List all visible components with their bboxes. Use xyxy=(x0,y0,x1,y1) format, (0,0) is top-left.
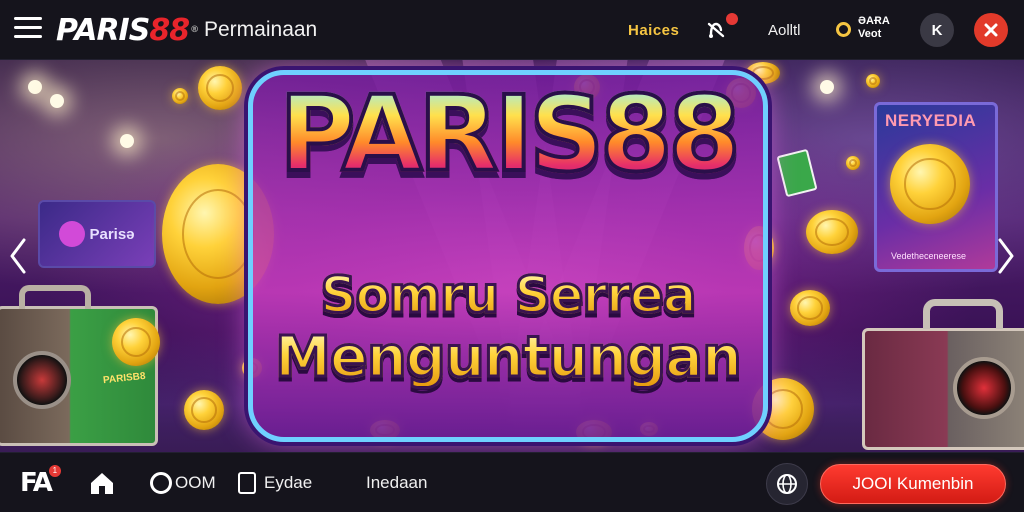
gold-coin-icon xyxy=(790,290,830,326)
playing-card-icon xyxy=(776,148,818,198)
gold-coin-icon xyxy=(806,210,858,254)
bottom-navigation-bar: FA 1 OOM Eydae Inedaan JOOI Kumenbin xyxy=(0,452,1024,512)
event-label: Eydae xyxy=(264,473,313,492)
menu-icon[interactable] xyxy=(14,17,42,41)
stage-spotlight xyxy=(820,80,834,94)
gift-icon xyxy=(984,23,998,37)
carousel-prev-button[interactable] xyxy=(4,234,32,278)
right-speaker-box xyxy=(862,299,1024,450)
user-button[interactable]: K xyxy=(920,13,954,47)
stage-spotlight xyxy=(28,80,42,94)
logo-text-paris: PARIS xyxy=(56,12,150,48)
globe-icon xyxy=(777,474,797,494)
right-screen-subtitle: Vedetheceneerese xyxy=(891,251,967,261)
chevron-left-icon xyxy=(10,238,26,274)
logo-text-88: 88 xyxy=(149,12,190,48)
bell-icon[interactable] xyxy=(703,13,738,42)
chevron-right-icon xyxy=(998,238,1014,274)
box-handle xyxy=(19,285,91,309)
speaker-lens xyxy=(13,351,71,409)
join-now-button[interactable]: JOOI Kumenbin xyxy=(820,464,1006,504)
gold-coin-icon xyxy=(112,318,160,366)
left-screen-label: Parisə xyxy=(89,225,135,243)
gold-coin-icon xyxy=(890,144,970,224)
com-icon xyxy=(150,472,172,494)
speaker-lens xyxy=(953,357,1015,419)
balance-badge-line-1: ƏAɌA xyxy=(858,15,890,27)
nav-permainaan[interactable]: Permainaan xyxy=(204,18,317,42)
user-button-label: K xyxy=(931,21,943,39)
bottom-nav-home[interactable] xyxy=(88,453,116,512)
home-icon xyxy=(91,473,113,494)
paris88-logo[interactable]: PARIS 88 ® xyxy=(56,10,199,50)
bottom-nav-fa[interactable]: FA 1 xyxy=(20,453,63,512)
gold-coin-icon xyxy=(198,66,242,110)
balance-badge[interactable]: ƏAɌA Veot xyxy=(858,15,890,41)
banner-title: PARIS88 xyxy=(268,80,748,188)
left-screen-logo-icon xyxy=(59,221,86,247)
gift-button[interactable] xyxy=(974,13,1008,47)
gold-coin-icon xyxy=(184,390,224,430)
join-now-label: JOOI Kumenbin xyxy=(852,474,974,493)
com-label: OOM xyxy=(175,473,216,492)
top-navigation-bar: PARIS 88 ® Permainaan Haices Aolltl ƏAɌA V… xyxy=(0,0,1024,60)
inbox-label: Inedaan xyxy=(366,473,428,492)
gold-coin-icon xyxy=(172,88,188,104)
right-screen-title: NERYEDIA xyxy=(885,111,977,130)
event-icon xyxy=(238,472,256,494)
box-label: PARISB8 xyxy=(102,370,147,387)
coin-icon xyxy=(836,22,851,37)
language-button[interactable] xyxy=(766,463,808,505)
banner-subtitle-line-2: Menguntungan xyxy=(248,328,768,387)
notification-dot xyxy=(726,13,738,25)
banner-subtitle-line-1: Somru Serrea xyxy=(248,269,768,322)
left-display-screen: Parisə xyxy=(38,200,156,268)
bottom-nav-com[interactable]: OOM xyxy=(150,453,216,512)
promo-banner[interactable]: Parisə NERYEDIA Vedetheceneerese PARISB8… xyxy=(0,60,1024,452)
bottom-nav-inbox[interactable]: Inedaan xyxy=(366,453,427,512)
fa-badge: 1 xyxy=(48,465,61,477)
stage-spotlight xyxy=(120,134,134,148)
balance-badge-line-2: Veot xyxy=(858,28,882,40)
nav-link-haices[interactable]: Haices xyxy=(628,22,679,39)
logo-registered-mark: ® xyxy=(190,25,199,35)
box-handle xyxy=(923,299,1003,329)
nav-link-aolltl[interactable]: Aolltl xyxy=(768,22,801,39)
stage-spotlight xyxy=(50,94,64,108)
fa-label: FA xyxy=(20,468,53,498)
carousel-next-button[interactable] xyxy=(992,234,1020,278)
gold-coin-icon xyxy=(866,74,880,88)
bottom-nav-event[interactable]: Eydae xyxy=(238,453,312,512)
gold-coin-icon xyxy=(846,156,860,170)
